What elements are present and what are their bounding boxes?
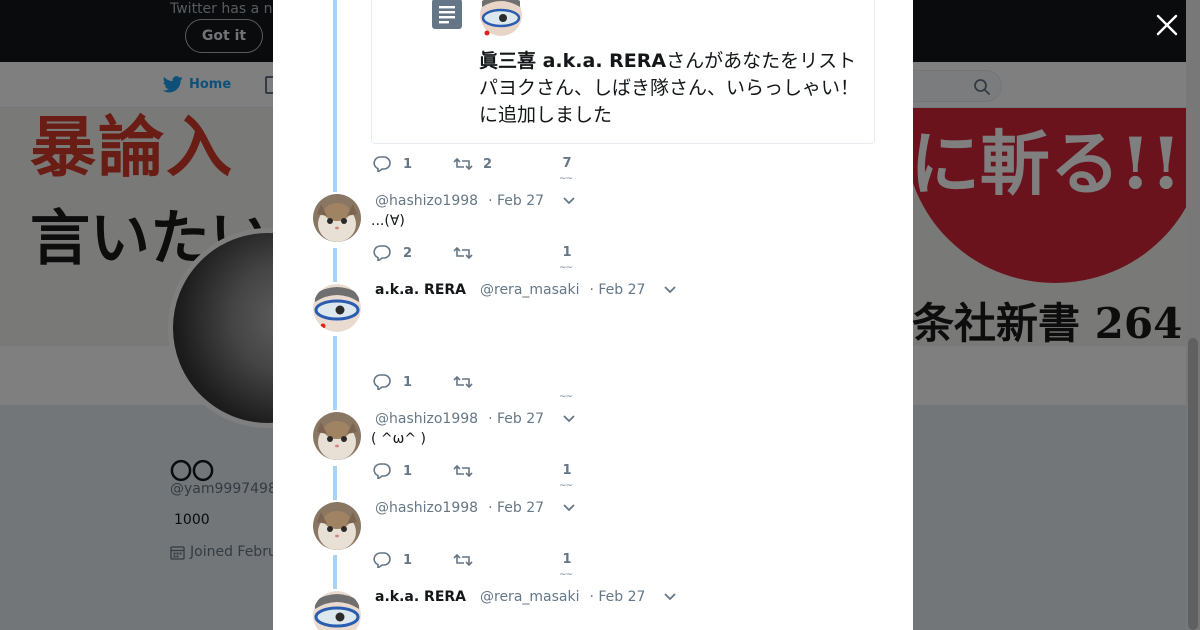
reply-icon [373, 463, 391, 479]
reply-button[interactable]: 2 [373, 245, 412, 261]
retweet-icon [453, 553, 473, 567]
tweet-header: a.k.a. RERA @rera_masaki · Feb 27 [375, 282, 677, 298]
like-heart-icon: ~~ [559, 570, 573, 580]
quoted-notification-text: 眞三喜 a.k.a. RERAさんがあなたをリストパヨクさん、しばき隊さん、いら… [479, 48, 869, 129]
chevron-down-icon[interactable] [562, 503, 576, 513]
reply-count: 1 [403, 156, 413, 172]
tweet-handle[interactable]: @rera_masaki [480, 589, 579, 605]
reply-button[interactable]: 1 [373, 552, 412, 568]
like-heart-icon: ~~ [559, 481, 573, 491]
close-icon [1156, 14, 1178, 36]
like-button[interactable]: 1 [557, 552, 577, 567]
tweet-date[interactable]: · Feb 27 [589, 589, 645, 605]
thread-line [333, 0, 337, 192]
quoted-notification-card[interactable]: 眞三喜 a.k.a. RERAさんがあなたをリストパヨクさん、しばき隊さん、いら… [371, 0, 875, 144]
thread-line [333, 555, 337, 589]
retweet-button[interactable] [453, 374, 473, 390]
tweet-text: ...(∀) [371, 213, 405, 229]
user-avatar[interactable] [313, 502, 361, 550]
thread-line [333, 466, 337, 500]
chevron-down-icon[interactable] [663, 285, 677, 295]
tweet-author-name[interactable]: a.k.a. RERA [375, 282, 466, 298]
like-heart-icon: ~~ [559, 174, 573, 184]
retweet-button[interactable] [453, 463, 473, 479]
reply-icon [373, 156, 391, 172]
tweet-date[interactable]: · Feb 27 [488, 193, 544, 209]
reply-count: 1 [403, 552, 413, 568]
like-button[interactable]: 7 [557, 156, 577, 171]
tweet-handle[interactable]: @hashizo1998 [375, 193, 478, 209]
like-button[interactable]: 1 [557, 245, 577, 260]
tweet-author-name[interactable]: a.k.a. RERA [375, 589, 466, 605]
retweet-button[interactable] [453, 552, 473, 568]
reply-icon [373, 245, 391, 261]
tweet-date[interactable]: · Feb 27 [488, 500, 544, 516]
reply-icon [373, 374, 391, 390]
retweet-button[interactable]: 2 [453, 156, 492, 172]
tweet-text: ( ^ω^ ) [371, 431, 427, 447]
tweet-handle[interactable]: @hashizo1998 [375, 411, 478, 427]
tweet-date[interactable]: · Feb 27 [589, 282, 645, 298]
user-avatar[interactable] [313, 284, 361, 332]
quoted-author-name: 眞三喜 a.k.a. RERA [479, 50, 667, 72]
retweet-icon [453, 246, 473, 260]
user-avatar[interactable] [313, 194, 361, 242]
like-button[interactable]: 1 [557, 463, 577, 478]
close-button[interactable] [1154, 12, 1180, 38]
retweet-button[interactable] [453, 245, 473, 261]
like-count: 7 [562, 156, 572, 171]
list-document-icon [432, 0, 462, 29]
tweet-date[interactable]: · Feb 27 [488, 411, 544, 427]
tweet-thread-modal: 眞三喜 a.k.a. RERAさんがあなたをリストパヨクさん、しばき隊さん、いら… [273, 0, 913, 630]
chevron-down-icon[interactable] [663, 592, 677, 602]
chevron-down-icon[interactable] [562, 196, 576, 206]
tweet-header: @hashizo1998 · Feb 27 [375, 500, 576, 516]
reply-button[interactable]: 1 [373, 463, 412, 479]
reply-count: 1 [403, 374, 413, 390]
retweet-icon [453, 157, 473, 171]
like-count: 1 [562, 552, 572, 567]
tweet-handle[interactable]: @rera_masaki [480, 282, 579, 298]
retweet-icon [453, 464, 473, 478]
reply-count: 2 [403, 245, 413, 261]
retweet-count: 2 [483, 156, 493, 172]
like-heart-icon: ~~ [559, 263, 573, 273]
like-heart-icon[interactable]: ~~ [559, 392, 573, 402]
reply-count: 1 [403, 463, 413, 479]
tweet-header: a.k.a. RERA @rera_masaki · Feb 27 [375, 589, 677, 605]
chevron-down-icon[interactable] [562, 414, 576, 424]
retweet-icon [453, 375, 473, 389]
quoted-user-avatar[interactable] [480, 0, 522, 39]
like-count: 1 [562, 463, 572, 478]
thread-line [333, 248, 337, 282]
reply-button[interactable]: 1 [373, 374, 412, 390]
like-count: 1 [562, 245, 572, 260]
reply-button[interactable]: 1 [373, 156, 412, 172]
tweet-handle[interactable]: @hashizo1998 [375, 500, 478, 516]
user-avatar[interactable] [313, 591, 361, 630]
thread-line [333, 336, 337, 410]
user-avatar[interactable] [313, 412, 361, 460]
reply-icon [373, 552, 391, 568]
tweet-header: @hashizo1998 · Feb 27 [375, 411, 576, 427]
tweet-header: @hashizo1998 · Feb 27 [375, 193, 576, 209]
